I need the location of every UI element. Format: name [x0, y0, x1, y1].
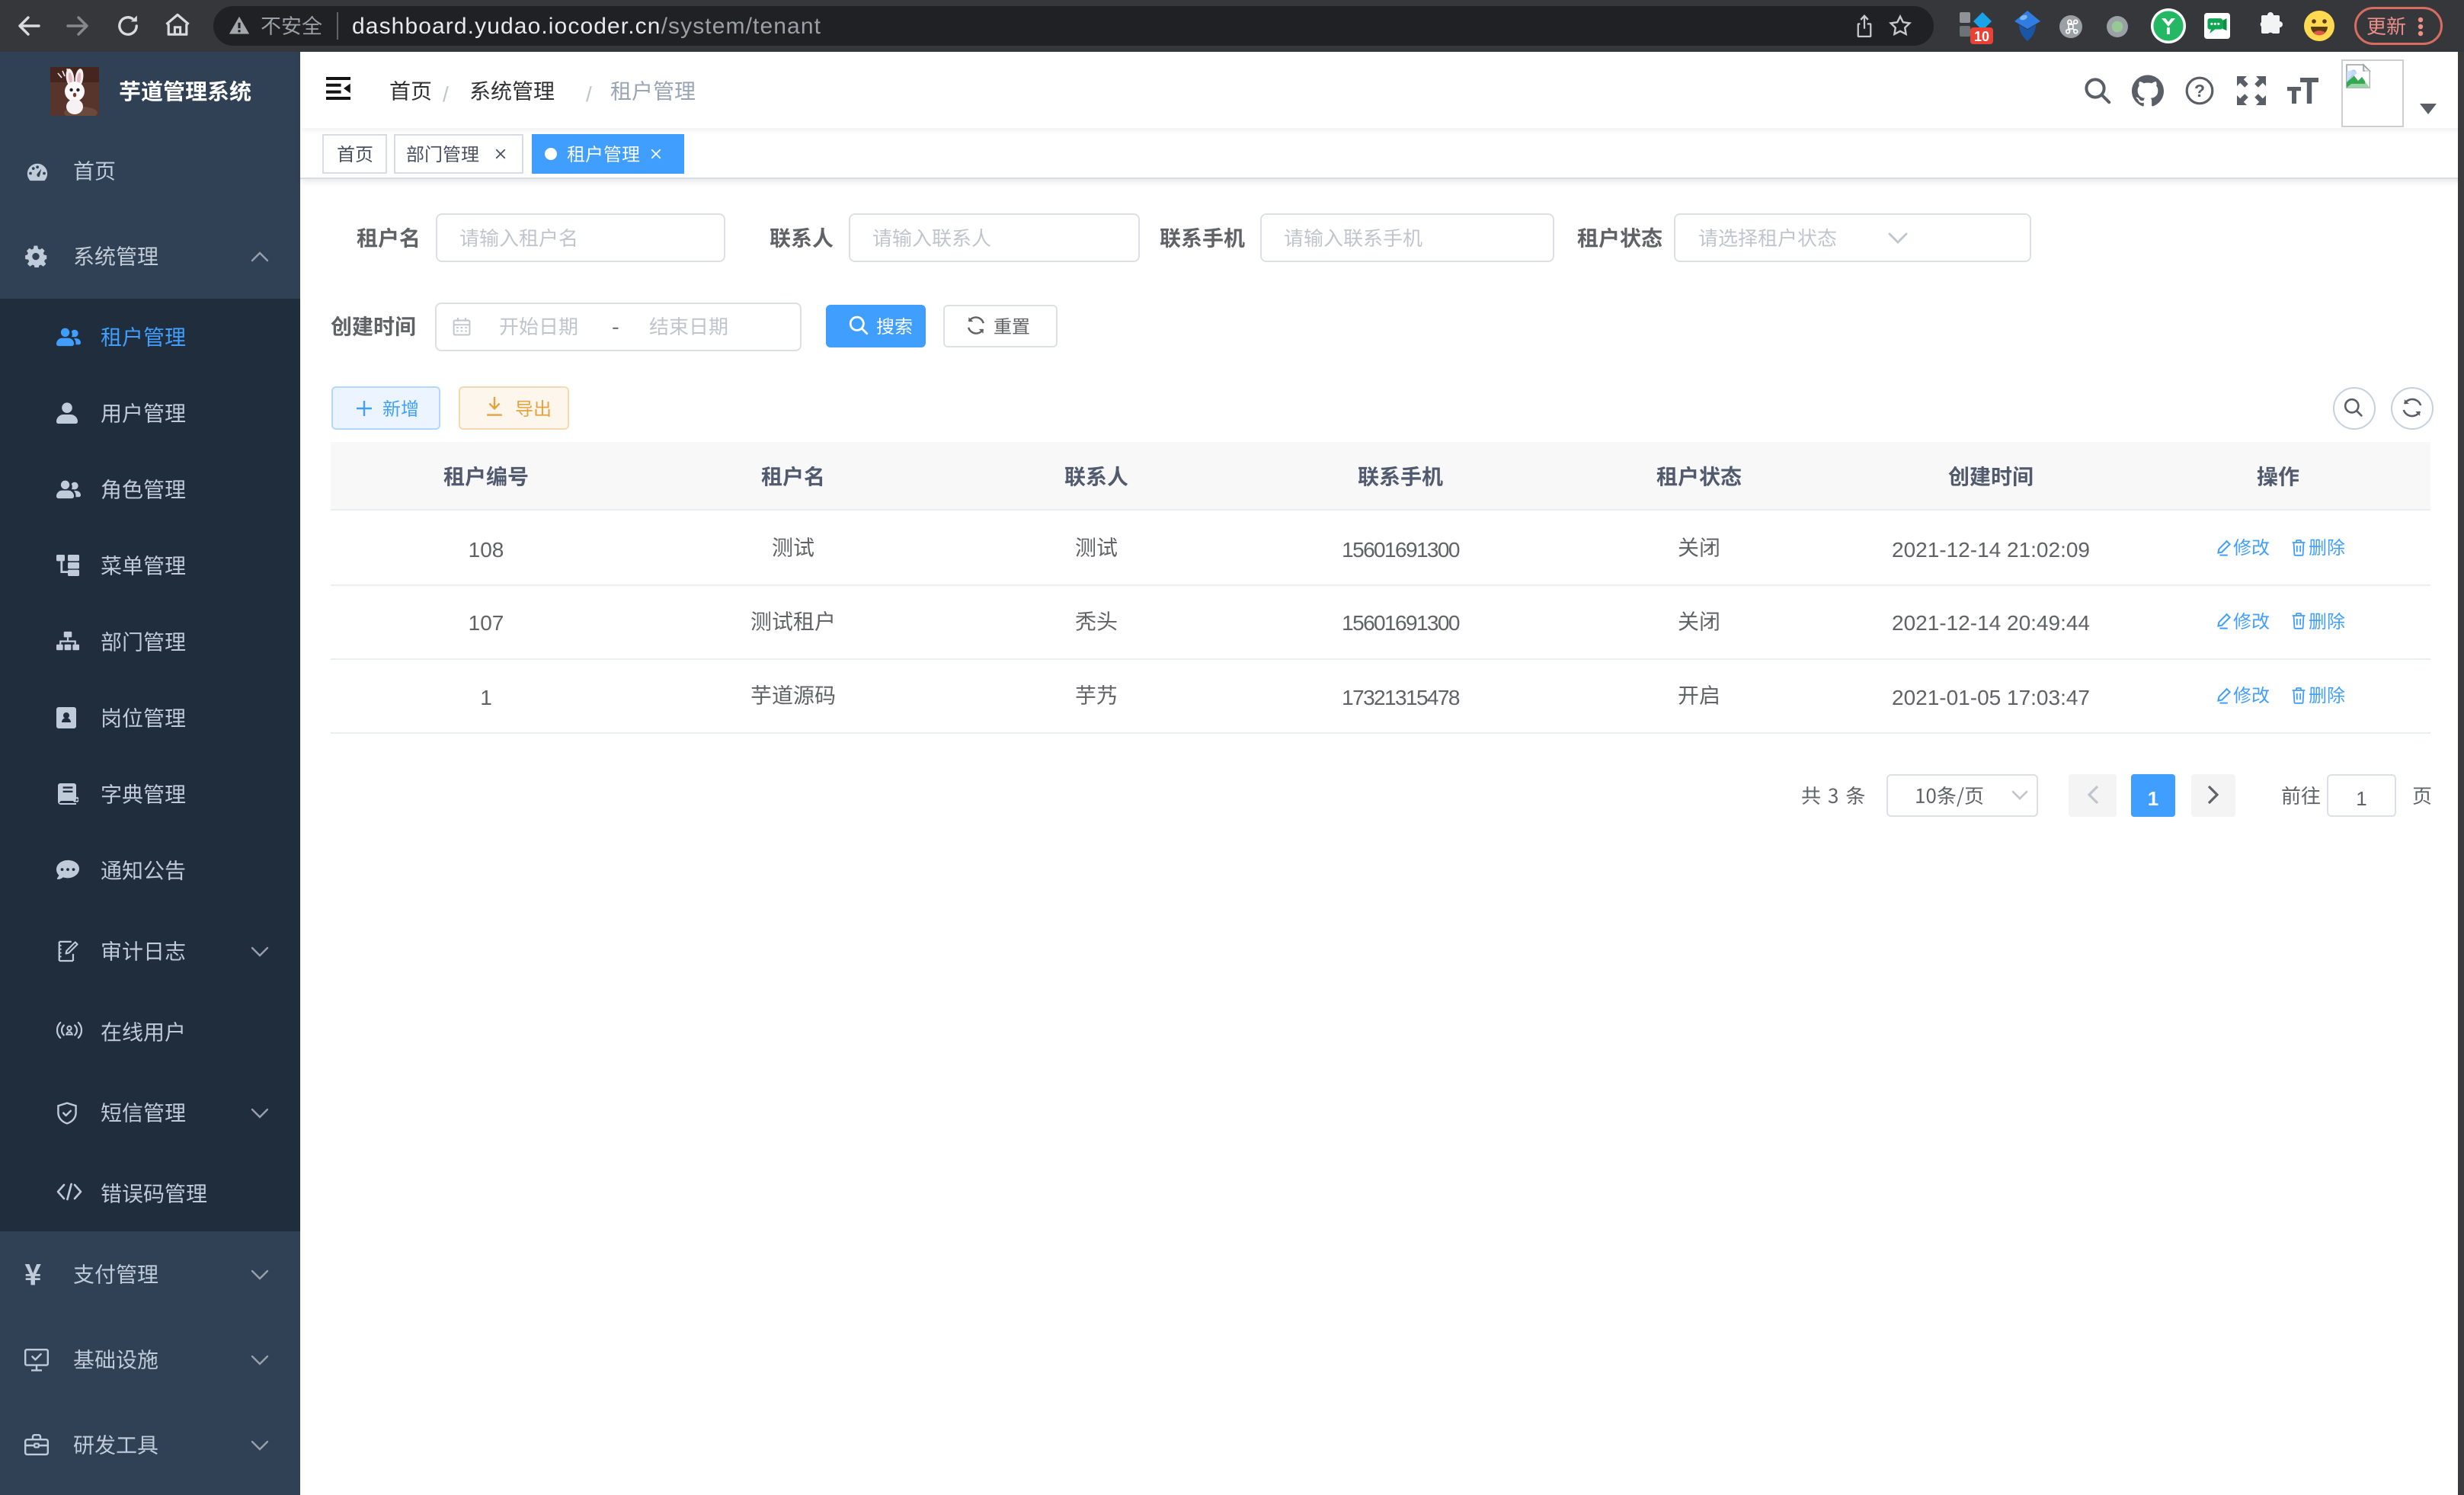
svg-text:?: ?: [2194, 81, 2205, 101]
svg-text:10: 10: [1974, 29, 1989, 44]
